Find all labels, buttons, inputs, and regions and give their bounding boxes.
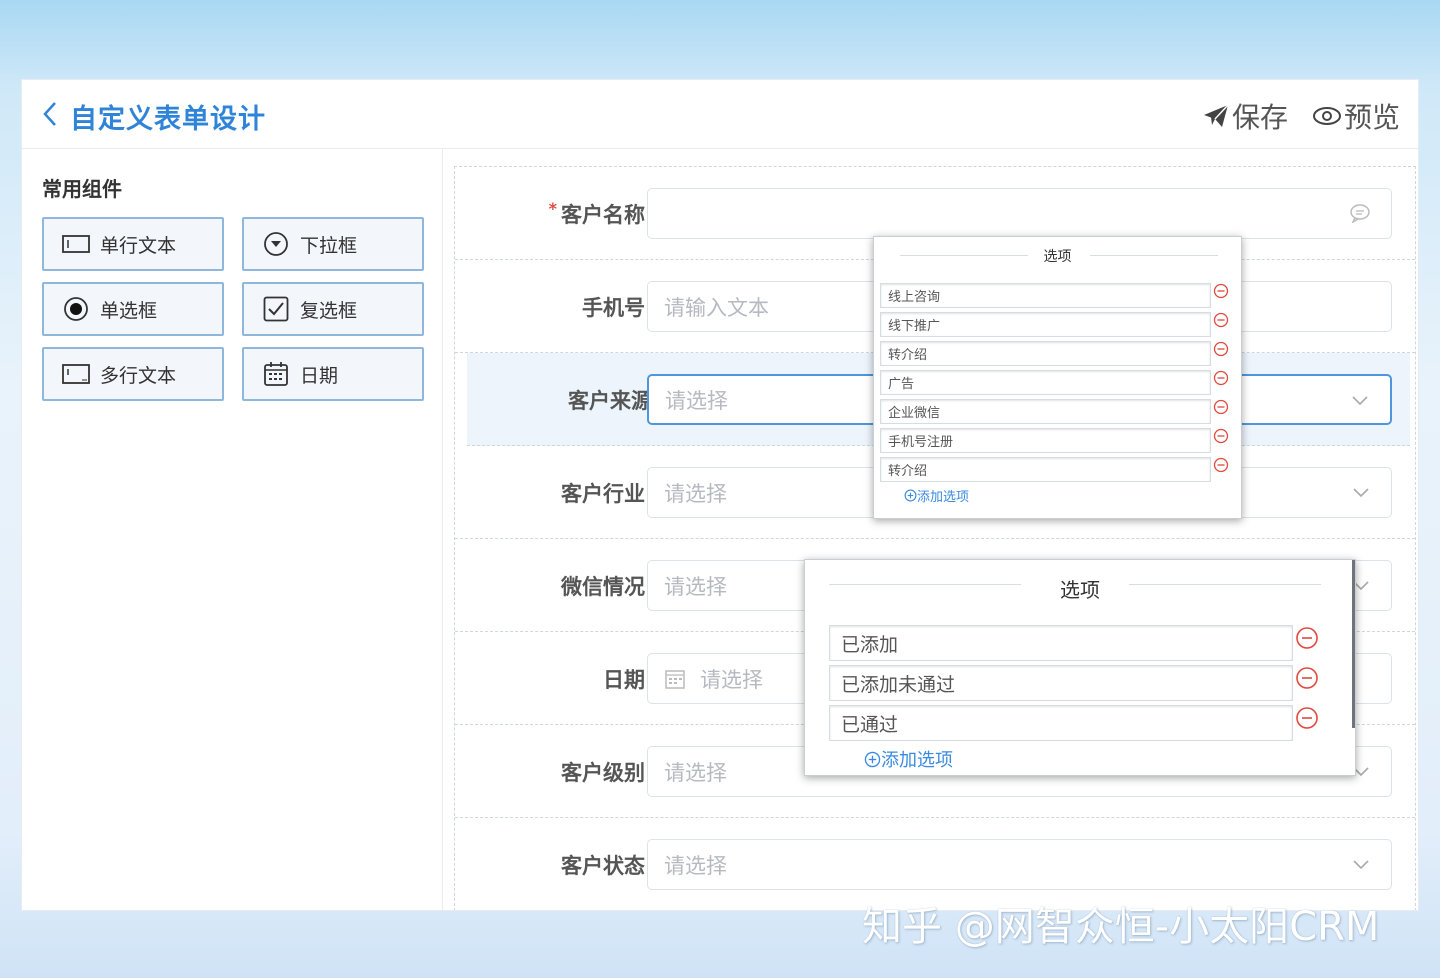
plus-circle-icon: [904, 489, 917, 502]
component-dropdown[interactable]: 下拉框: [242, 217, 424, 271]
option-input[interactable]: 广告: [880, 370, 1211, 395]
option-input[interactable]: 已添加未通过: [829, 665, 1293, 701]
preview-button[interactable]: 预览: [1312, 96, 1400, 136]
field-label: 客户级别: [561, 761, 645, 785]
save-button[interactable]: 保存: [1202, 96, 1288, 136]
remove-option-icon[interactable]: [1213, 341, 1229, 357]
option-input[interactable]: 已通过: [829, 705, 1293, 741]
multi-line-text-icon: [62, 360, 90, 388]
calendar-icon: [262, 360, 290, 388]
field-label: 客户行业: [561, 482, 645, 506]
remove-option-icon[interactable]: [1213, 428, 1229, 444]
component-single-line-text[interactable]: 单行文本: [42, 217, 224, 271]
component-date[interactable]: 日期: [242, 347, 424, 401]
preview-label: 预览: [1344, 101, 1401, 134]
remove-option-icon[interactable]: [1213, 312, 1229, 328]
field-label: 日期: [603, 668, 645, 692]
back-arrow-icon[interactable]: [42, 100, 58, 133]
send-icon: [1204, 104, 1229, 127]
option-input[interactable]: 转介绍: [880, 341, 1211, 366]
option-input[interactable]: 线上咨询: [880, 283, 1211, 308]
component-checkbox[interactable]: 复选框: [242, 282, 424, 336]
remove-option-icon[interactable]: [1213, 457, 1229, 473]
remove-option-icon[interactable]: [1213, 399, 1229, 415]
options-popup-wechat: 选项 已添加 已添加未通过 已通过 添加选项: [804, 559, 1356, 776]
watermark-text: 知乎 @网智众恒-小太阳CRM: [862, 904, 1380, 950]
remove-option-icon[interactable]: [1213, 283, 1229, 299]
add-option-button[interactable]: 添加选项: [904, 486, 969, 505]
page-title: 自定义表单设计: [70, 104, 266, 135]
chat-bubble-icon: [1350, 204, 1370, 223]
components-title: 常用组件: [42, 177, 122, 201]
option-input[interactable]: 线下推广: [880, 312, 1211, 337]
components-panel: 常用组件 单行文本 下拉框 单选框 复选框 多行文本 日期: [22, 149, 443, 910]
checkbox-icon: [262, 295, 290, 323]
options-popup-source: 选项 线上咨询 线下推广 转介绍 广告 企业微信 手机号注册 转介绍 添加选项: [873, 236, 1242, 519]
dropdown-icon: [262, 230, 290, 258]
remove-option-icon[interactable]: [1295, 666, 1319, 690]
chevron-down-icon: [1352, 396, 1368, 406]
option-input[interactable]: 转介绍: [880, 457, 1211, 482]
save-label: 保存: [1232, 101, 1289, 134]
field-label: 客户来源: [568, 389, 652, 413]
popup-scrollbar[interactable]: [1352, 560, 1355, 728]
option-input[interactable]: 手机号注册: [880, 428, 1211, 453]
chevron-down-icon: [1353, 860, 1369, 870]
add-option-button[interactable]: 添加选项: [864, 746, 953, 772]
field-label: 客户状态: [561, 854, 645, 878]
single-line-text-icon: [62, 230, 90, 258]
option-input[interactable]: 已添加: [829, 625, 1293, 661]
chevron-down-icon: [1353, 488, 1369, 498]
required-mark: *: [548, 199, 557, 218]
component-multi-line-text[interactable]: 多行文本: [42, 347, 224, 401]
popup-title: 选项: [1043, 249, 1072, 265]
field-label: 手机号: [582, 296, 645, 320]
calendar-icon: [665, 669, 685, 689]
radio-icon: [62, 295, 90, 323]
header-bar: 自定义表单设计 保存 预览: [22, 80, 1418, 149]
plus-circle-icon: [864, 751, 881, 767]
field-label: 微信情况: [561, 575, 645, 599]
status-select[interactable]: 请选择: [647, 839, 1392, 890]
field-label: * 客户名称: [548, 199, 645, 227]
popup-title: 选项: [1060, 578, 1100, 602]
customer-name-input[interactable]: [647, 188, 1392, 239]
component-radio[interactable]: 单选框: [42, 282, 224, 336]
remove-option-icon[interactable]: [1213, 370, 1229, 386]
eye-icon: [1313, 107, 1341, 125]
remove-option-icon[interactable]: [1295, 706, 1319, 730]
remove-option-icon[interactable]: [1295, 626, 1319, 650]
option-input[interactable]: 企业微信: [880, 399, 1211, 424]
